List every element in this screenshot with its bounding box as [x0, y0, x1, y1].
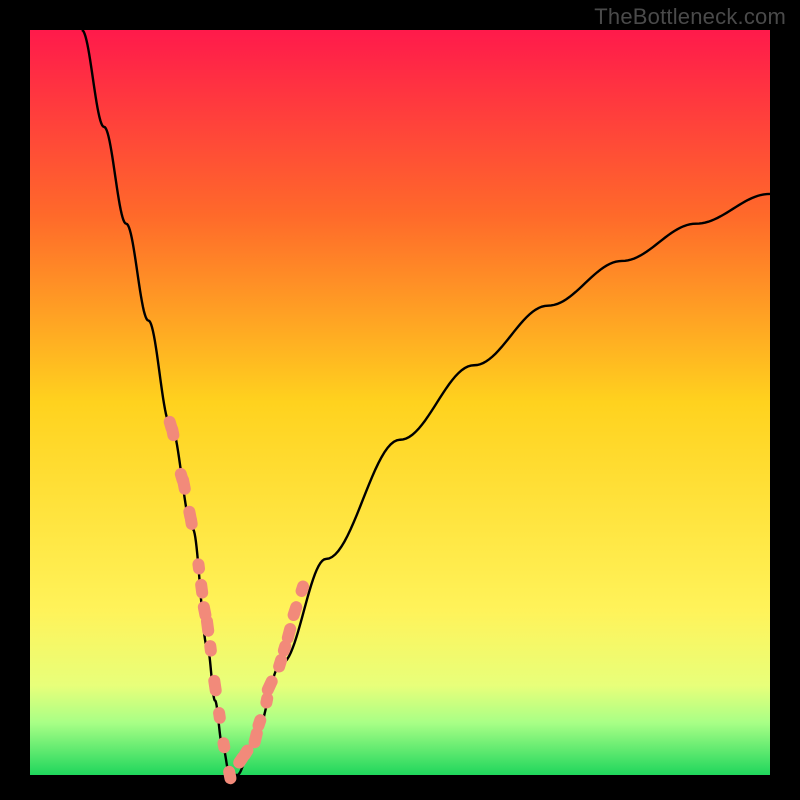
plot-background: [30, 30, 770, 775]
chart-frame: TheBottleneck.com: [0, 0, 800, 800]
bottleneck-chart: [0, 0, 800, 800]
watermark-text: TheBottleneck.com: [594, 4, 786, 30]
